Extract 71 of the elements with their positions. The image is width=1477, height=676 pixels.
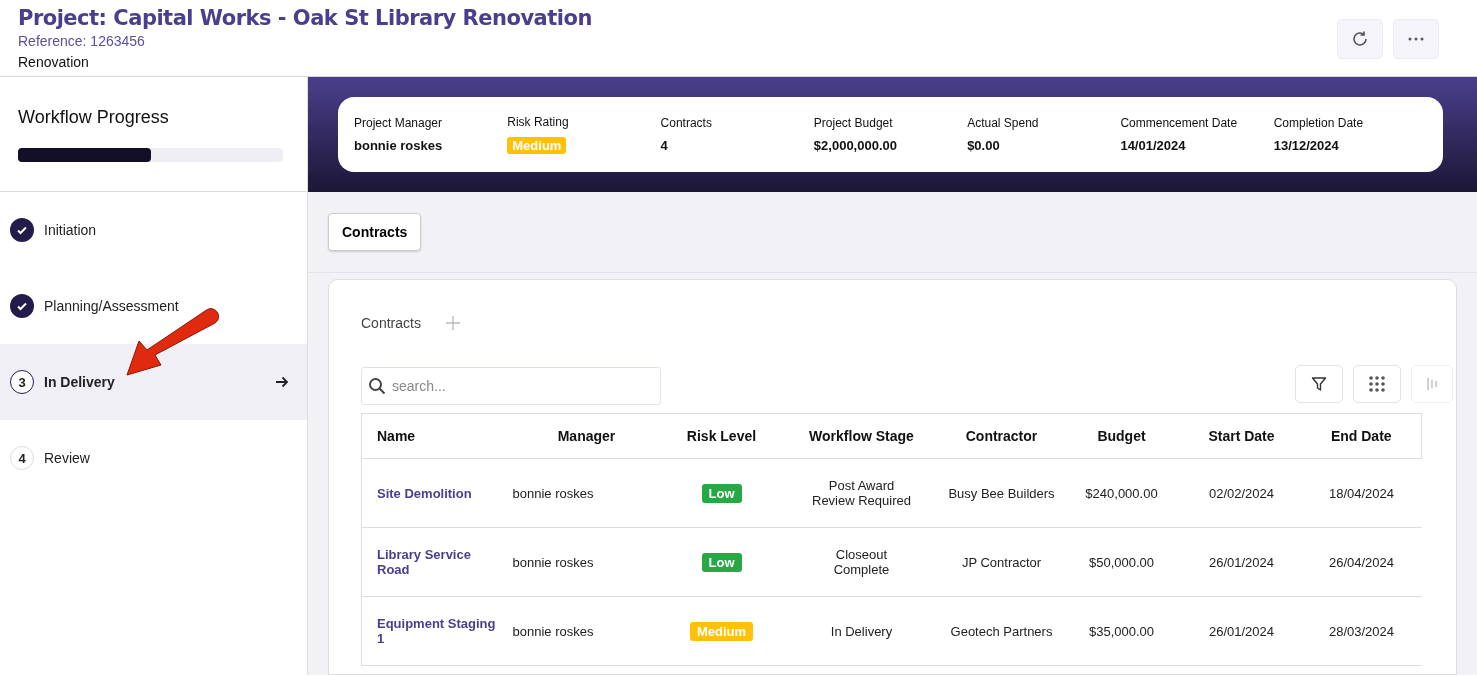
table-cell: Geotech Partners (941, 596, 1062, 666)
workflow-step[interactable]: 4 Review (0, 420, 307, 496)
step-number: 4 (10, 446, 34, 470)
table-cell: 26/01/2024 (1181, 527, 1302, 597)
refresh-icon (1350, 29, 1370, 49)
column-header: Workflow Stage (781, 413, 942, 459)
summary-label: Actual Spend (967, 116, 1040, 130)
column-header: Start Date (1181, 413, 1302, 459)
risk-badge: Low (701, 552, 742, 572)
contracts-tab[interactable]: Contracts (328, 213, 422, 251)
add-icon[interactable] (444, 315, 461, 331)
bars-icon (1426, 376, 1438, 392)
summary-label: Risk Rating (507, 115, 570, 129)
table-cell: Closeout Complete (781, 527, 942, 597)
summary-label: Contracts (660, 116, 713, 130)
table-cell: 02/02/2024 (1181, 458, 1302, 528)
search-field[interactable]: search... (361, 367, 661, 405)
risk-badge: Medium (689, 621, 754, 641)
column-header: Contractor (941, 413, 1062, 459)
table-cell: 18/04/2024 (1301, 458, 1422, 528)
table-cell: In Delivery (781, 596, 942, 666)
summary-value: 4 (660, 138, 669, 153)
table-cell: 26/04/2024 (1301, 527, 1422, 597)
table-cell: 26/01/2024 (1181, 596, 1302, 666)
summary-value: 13/12/2024 (1273, 138, 1340, 153)
summary-label: Project Budget (813, 116, 894, 130)
table-cell: Busy Bee Builders (941, 458, 1062, 528)
column-header: Name (361, 413, 512, 459)
table-cell: $240,000.00 (1061, 458, 1182, 528)
summary-label: Project Manager (354, 116, 444, 130)
filter-button[interactable] (1295, 365, 1343, 403)
summary-label: Completion Date (1273, 116, 1365, 130)
risk-badge: Low (701, 483, 742, 503)
table-cell: $35,000.00 (1061, 596, 1182, 666)
table-cell: bonnie roskes (511, 458, 662, 528)
summary-value: bonnie roskes (354, 138, 444, 153)
table-cell: JP Contractor (941, 527, 1062, 597)
project-type: Renovation (18, 54, 90, 70)
dot-grid-icon (1368, 375, 1386, 393)
workflow-step[interactable]: Initiation (0, 192, 307, 268)
table-cell: $50,000.00 (1061, 527, 1182, 597)
contract-link[interactable]: Library Service Road (377, 547, 497, 577)
step-number: 3 (10, 370, 34, 394)
column-header: Budget (1061, 413, 1182, 459)
contract-link[interactable]: Equipment Staging 1 (377, 616, 497, 646)
summary-value: $0.00 (967, 138, 1001, 153)
refresh-button[interactable] (1337, 19, 1383, 59)
column-header: Risk Level (661, 413, 782, 459)
summary-value: $2,000,000.00 (813, 138, 898, 153)
table-cell: bonnie roskes (511, 527, 662, 597)
column-header: Manager (511, 413, 662, 459)
summary-value: 14/01/2024 (1120, 138, 1187, 153)
summary-label: Commencement Date (1120, 116, 1239, 130)
reference-text: Reference: 1263456 (18, 33, 146, 49)
workflow-step[interactable]: Planning/Assessment (0, 268, 307, 344)
risk-badge: Medium (507, 137, 567, 154)
columns-button[interactable] (1411, 365, 1453, 403)
arrow-right-icon (275, 376, 289, 388)
table-cell: 28/03/2024 (1301, 596, 1422, 666)
search-icon (368, 377, 386, 395)
column-header: End Date (1301, 413, 1422, 459)
project-title: Project: Capital Works - Oak St Library Renovation (18, 6, 592, 30)
grid-button[interactable] (1353, 365, 1401, 403)
workflow-step[interactable]: 3 In Delivery (0, 344, 307, 420)
workflow-progress-title: Workflow Progress (18, 107, 170, 128)
contracts-heading: Contracts (361, 315, 421, 331)
filter-icon (1311, 376, 1327, 392)
contract-link[interactable]: Site Demolition (377, 485, 497, 501)
table-cell: bonnie roskes (511, 596, 662, 666)
table-cell: Post Award Review Required (781, 458, 942, 528)
more-icon (1408, 37, 1424, 41)
